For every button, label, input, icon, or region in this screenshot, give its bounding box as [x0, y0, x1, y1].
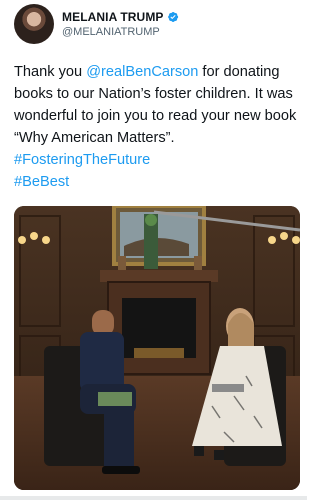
tweet: MELANIA TRUMP @MELANIATRUMP Thank you @r…	[0, 0, 307, 500]
tweet-photo[interactable]	[14, 206, 300, 490]
mention-link[interactable]: @realBenCarson	[86, 64, 198, 80]
verified-badge-icon	[167, 12, 178, 22]
tweet-text: Thank you @realBenCarson for donating bo…	[14, 61, 299, 193]
tweet-header: MELANIA TRUMP @MELANIATRUMP	[14, 4, 294, 44]
handle[interactable]: @MELANIATRUMP	[62, 26, 160, 38]
hashtag-fosteringthefuture[interactable]: #FosteringTheFuture	[14, 152, 150, 168]
name-row: MELANIA TRUMP	[62, 10, 179, 24]
photo-scene	[14, 206, 300, 490]
display-name[interactable]: MELANIA TRUMP	[62, 10, 164, 24]
hashtag-bebest[interactable]: #BeBest	[14, 174, 69, 190]
avatar[interactable]	[14, 4, 54, 44]
tweet-divider	[0, 496, 307, 500]
tweet-text-part: Thank you	[14, 64, 87, 80]
